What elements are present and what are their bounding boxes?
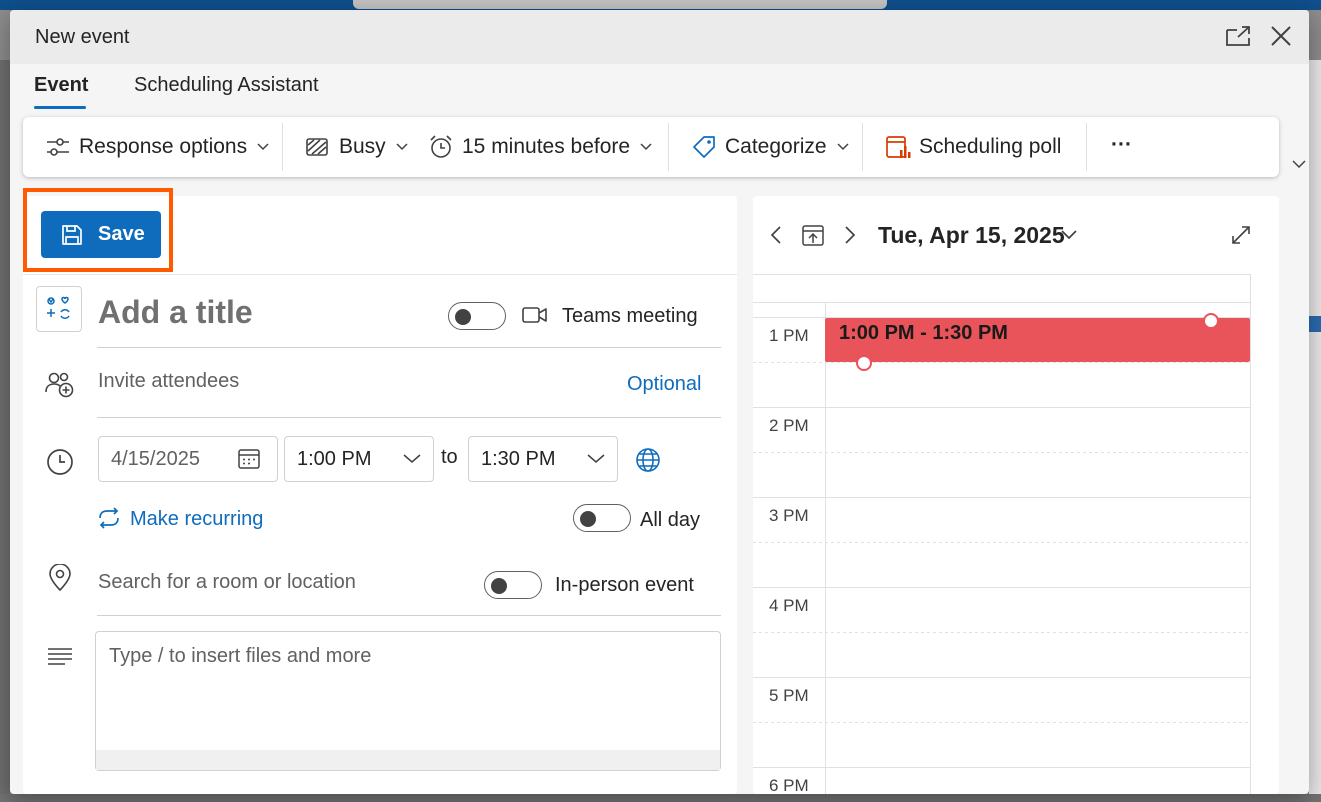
alarm-clock-icon — [430, 135, 452, 158]
event-resize-handle-top[interactable] — [1203, 313, 1219, 329]
location-icon — [49, 564, 71, 592]
make-recurring-link[interactable]: Make recurring — [130, 508, 263, 531]
chevron-down-icon — [837, 143, 849, 151]
calendar-date-selector[interactable]: Tue, Apr 15, 2025 — [878, 222, 1065, 249]
response-options-button[interactable]: Response options — [45, 133, 269, 161]
chevron-down-icon[interactable] — [1061, 230, 1077, 240]
hour-label: 1 PM — [769, 326, 809, 345]
hour-label: 6 PM — [769, 776, 809, 794]
message-body-footer — [96, 750, 720, 770]
hour-label: 2 PM — [769, 416, 809, 435]
more-icon[interactable]: ··· — [1111, 131, 1132, 159]
end-time-value: 1:30 PM — [481, 447, 556, 470]
chevron-down-icon — [587, 454, 605, 463]
scheduling-poll-button[interactable]: Scheduling poll — [885, 133, 1061, 161]
chevron-down-icon — [396, 143, 408, 151]
start-time-value: 1:00 PM — [297, 447, 372, 470]
window-title: New event — [35, 26, 130, 48]
chevron-down-icon — [640, 143, 652, 151]
date-value: 4/15/2025 — [111, 447, 200, 470]
busy-icon — [306, 138, 328, 156]
popout-icon[interactable] — [1224, 24, 1252, 48]
toolbar-expand-chevron-icon[interactable] — [1292, 160, 1306, 169]
toolbar: Response options Busy 15 minutes before — [23, 117, 1279, 177]
hour-label: 4 PM — [769, 596, 809, 615]
repeat-icon — [99, 507, 119, 529]
optional-attendees-link[interactable]: Optional — [627, 373, 702, 396]
tab-scheduling-assistant[interactable]: Scheduling Assistant — [134, 74, 319, 97]
divider — [97, 417, 721, 418]
tag-icon — [693, 136, 715, 158]
tab-active-indicator — [34, 106, 86, 109]
busy-label: Busy — [339, 135, 386, 158]
sliders-icon — [47, 138, 69, 156]
tab-event[interactable]: Event — [34, 74, 88, 97]
event-resize-handle-bottom[interactable] — [856, 355, 872, 371]
background-left — [0, 60, 10, 802]
background-tab — [353, 0, 887, 9]
text-align-icon — [48, 648, 72, 665]
hour-label: 3 PM — [769, 506, 809, 525]
title-bar: New event — [10, 10, 1309, 64]
calendar-icon — [238, 449, 260, 469]
in-person-event-toggle[interactable] — [484, 571, 542, 599]
expand-icon[interactable] — [1230, 224, 1252, 246]
to-label: to — [441, 446, 458, 468]
title-emoji-icon[interactable] — [36, 286, 82, 332]
title-input[interactable]: Add a title — [98, 294, 253, 331]
clock-icon — [47, 449, 73, 475]
attendees-input[interactable]: Invite attendees — [98, 370, 239, 393]
background-accent — [1309, 316, 1321, 332]
today-icon[interactable] — [800, 222, 826, 248]
chevron-down-icon — [403, 454, 421, 463]
end-time-select[interactable]: 1:30 PM — [468, 436, 618, 482]
globe-icon[interactable] — [635, 447, 661, 473]
in-person-event-label: In-person event — [555, 574, 694, 596]
save-highlight-box — [23, 188, 173, 272]
all-day-toggle[interactable] — [573, 504, 631, 532]
teams-meeting-label: Teams meeting — [562, 305, 698, 327]
all-day-label: All day — [640, 509, 701, 531]
toolbar-separator — [668, 123, 669, 171]
categorize-label: Categorize — [725, 135, 827, 158]
people-add-icon — [45, 372, 74, 398]
teams-meeting-toggle[interactable] — [448, 302, 506, 330]
toolbar-separator — [1086, 123, 1087, 171]
divider — [97, 347, 721, 348]
poll-icon — [886, 136, 911, 158]
busy-dropdown[interactable]: Busy — [305, 133, 408, 161]
close-icon[interactable] — [1268, 23, 1294, 49]
background-bottom — [0, 794, 1321, 802]
chevron-down-icon — [257, 143, 269, 151]
chevron-left-icon[interactable] — [770, 226, 782, 244]
new-event-dialog: New event Event Scheduling Assistant Res… — [10, 10, 1309, 794]
reminder-dropdown[interactable]: 15 minutes before — [428, 133, 652, 161]
reminder-label: 15 minutes before — [462, 135, 631, 158]
divider — [23, 274, 737, 275]
toolbar-separator — [862, 123, 863, 171]
date-input[interactable]: 4/15/2025 — [98, 436, 278, 482]
response-options-label: Response options — [79, 135, 248, 158]
background-right — [1309, 60, 1321, 802]
toolbar-separator — [282, 123, 283, 171]
hour-label: 5 PM — [769, 686, 809, 705]
scheduling-poll-label: Scheduling poll — [919, 135, 1062, 158]
categorize-dropdown[interactable]: Categorize — [691, 133, 849, 161]
chevron-right-icon[interactable] — [844, 226, 856, 244]
calendar-event-time: 1:00 PM - 1:30 PM — [839, 322, 1008, 344]
start-time-select[interactable]: 1:00 PM — [284, 436, 434, 482]
message-body-placeholder: Type / to insert files and more — [109, 645, 372, 667]
divider — [97, 615, 721, 616]
location-input[interactable]: Search for a room or location — [98, 571, 356, 594]
video-icon — [522, 307, 547, 323]
